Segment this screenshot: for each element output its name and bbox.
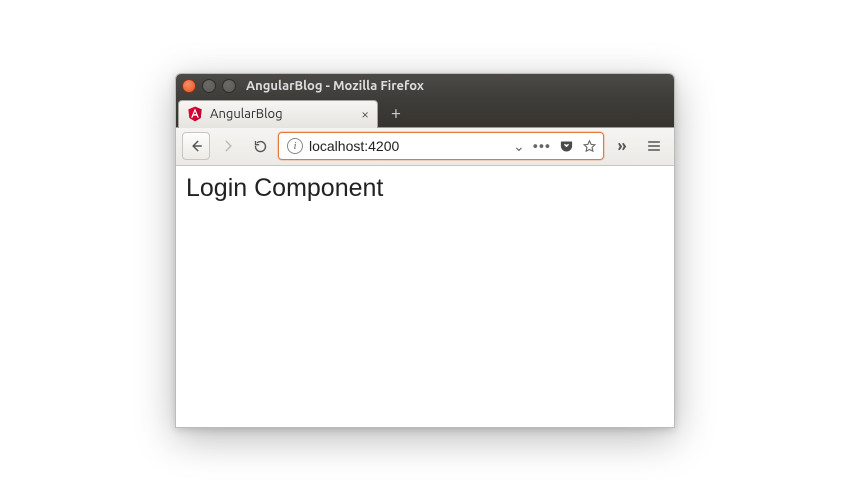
page-heading: Login Component xyxy=(186,174,664,203)
window-titlebar: AngularBlog - Mozilla Firefox xyxy=(176,74,674,98)
window-maximize-button[interactable] xyxy=(222,79,236,93)
firefox-window: AngularBlog - Mozilla Firefox AngularBlo… xyxy=(175,73,675,428)
new-tab-button[interactable]: + xyxy=(382,101,410,125)
tab-strip: AngularBlog × + xyxy=(176,98,674,128)
tab-close-icon[interactable]: × xyxy=(359,107,371,121)
tab-active[interactable]: AngularBlog × xyxy=(178,100,378,128)
forward-button[interactable] xyxy=(214,132,242,160)
pocket-icon[interactable] xyxy=(559,139,574,154)
window-title: AngularBlog - Mozilla Firefox xyxy=(246,79,424,93)
urlbar-right-icons: ⌄ ••• xyxy=(513,138,599,155)
site-info-icon[interactable]: i xyxy=(287,138,303,154)
back-button[interactable] xyxy=(182,132,210,160)
bookmark-star-icon[interactable] xyxy=(582,139,597,154)
reload-button[interactable] xyxy=(246,132,274,160)
page-content: Login Component xyxy=(176,166,674,427)
angular-icon xyxy=(187,106,203,122)
window-close-button[interactable] xyxy=(182,79,196,93)
hamburger-menu-icon[interactable] xyxy=(640,132,668,160)
navigation-toolbar: i ⌄ ••• » xyxy=(176,128,674,166)
tab-title: AngularBlog xyxy=(210,107,352,121)
page-actions-icon[interactable]: ••• xyxy=(533,138,551,154)
address-bar[interactable]: i ⌄ ••• xyxy=(278,132,604,160)
window-minimize-button[interactable] xyxy=(202,79,216,93)
history-dropdown-icon[interactable]: ⌄ xyxy=(513,138,525,155)
url-input[interactable] xyxy=(309,138,507,154)
overflow-button[interactable]: » xyxy=(608,132,636,160)
